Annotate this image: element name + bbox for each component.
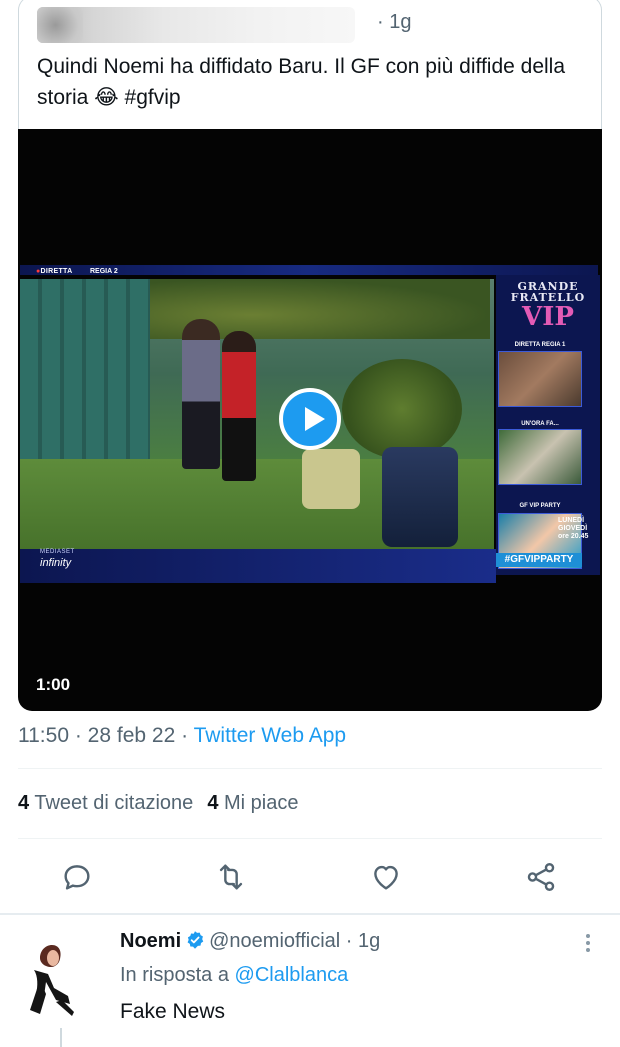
regia1-label: DIRETTA REGIA 1 xyxy=(514,342,566,348)
reply-text: Fake News xyxy=(120,1000,226,1023)
author-handle[interactable]: @noemiofficial xyxy=(209,930,340,952)
author-name[interactable]: Noemi xyxy=(120,930,181,952)
video-duration: 1:00 xyxy=(36,675,71,694)
verified-badge-icon xyxy=(185,930,205,950)
gf-vip-party-label: GF VIP PARTY xyxy=(519,503,561,509)
divider xyxy=(18,838,602,839)
avatar[interactable] xyxy=(20,940,88,1024)
reply-icon[interactable] xyxy=(60,860,94,894)
share-icon[interactable] xyxy=(524,860,558,894)
video-player[interactable]: ●DIRETTA REGIA 2 GRANDE FRATELLO VIP DIR… xyxy=(18,129,602,711)
reply-header: Noemi @noemiofficial · 1g xyxy=(120,930,380,953)
like-icon[interactable] xyxy=(369,860,403,894)
tweet-meta: 11:50 · 28 feb 22 · Twitter Web App xyxy=(18,724,347,747)
gf-vip-logo: GRANDE FRATELLO VIP xyxy=(510,280,586,332)
retweet-icon[interactable] xyxy=(214,860,248,894)
quote-tweets-link[interactable]: 4 Tweet di citazione xyxy=(18,792,193,814)
thread-line xyxy=(60,1028,62,1047)
likes-link[interactable]: 4 Mi piace xyxy=(207,792,298,814)
video-frame-scene xyxy=(20,279,494,549)
reply-context: In risposta a @Clalblanca xyxy=(120,964,349,986)
regia2-label: REGIA 2 xyxy=(90,268,118,275)
mediaset-label: MEDIASET xyxy=(40,549,75,555)
play-button[interactable] xyxy=(279,388,341,450)
broadcast-bottom-bar xyxy=(20,549,496,583)
more-options-icon[interactable] xyxy=(582,930,594,958)
gfvipparty-hashtag-banner: #GFVIPPARTY xyxy=(496,553,582,567)
reply-action-bar-partial xyxy=(120,1040,600,1047)
blurred-author xyxy=(37,7,355,43)
un-ora-fa-label: UN'ORA FA... xyxy=(521,421,559,427)
un-ora-fa-thumbnail xyxy=(498,429,582,485)
section-separator xyxy=(0,913,620,915)
tweet-time[interactable]: 11:50 xyxy=(18,724,69,747)
quoted-tweet-time: · 1g xyxy=(377,11,412,33)
tweet-stats: 4 Tweet di citazione 4 Mi piace xyxy=(18,792,298,815)
quoted-tweet-text: Quindi Noemi ha diffidato Baru. Il GF co… xyxy=(37,55,566,109)
reply-time[interactable]: · 1g xyxy=(346,930,380,952)
schedule-label: LUNEDÌ GIOVEDÌ ore 20.45 xyxy=(558,517,589,540)
tweet-date[interactable]: 28 feb 22 xyxy=(88,724,176,747)
divider xyxy=(18,768,602,769)
source-app-link[interactable]: Twitter Web App xyxy=(194,724,347,747)
regia1-thumbnail xyxy=(498,351,582,407)
quoted-tweet-card[interactable]: · 1g Quindi Noemi ha diffidato Baru. Il … xyxy=(18,0,602,130)
live-tag: ●DIRETTA xyxy=(36,268,73,275)
infinity-logo: infinity xyxy=(40,557,72,569)
reply-to-handle[interactable]: @Clalblanca xyxy=(235,964,349,986)
